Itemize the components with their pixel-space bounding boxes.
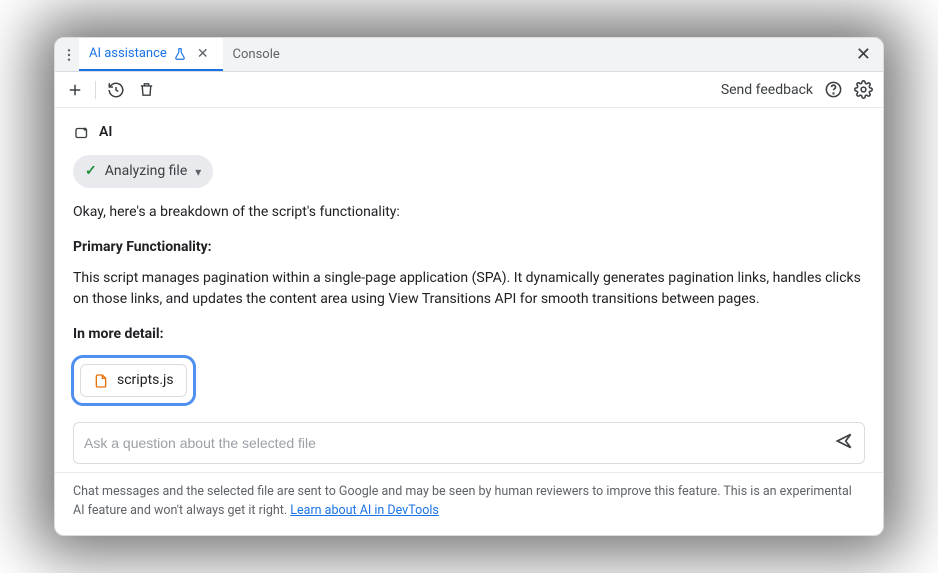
response-body1: This script manages pagination within a … <box>73 268 865 310</box>
tab-label: Console <box>233 47 280 62</box>
close-panel-icon[interactable]: ✕ <box>848 44 879 65</box>
disclaimer-footer: Chat messages and the selected file are … <box>55 472 883 535</box>
chevron-down-icon: ▾ <box>195 163 201 181</box>
history-button[interactable] <box>106 80 126 100</box>
tab-label: AI assistance <box>89 46 167 61</box>
delete-button[interactable] <box>136 80 156 100</box>
separator <box>95 81 96 99</box>
file-chip[interactable]: scripts.js <box>80 364 187 397</box>
send-button[interactable] <box>834 431 854 455</box>
chat-input[interactable] <box>84 435 834 451</box>
sparkle-icon <box>73 124 91 142</box>
settings-button[interactable] <box>853 80 873 100</box>
chat-input-row <box>73 422 865 464</box>
new-chat-button[interactable] <box>65 80 85 100</box>
file-chip-highlight: scripts.js <box>71 355 196 406</box>
check-icon: ✓ <box>85 161 97 182</box>
flask-icon <box>173 47 187 61</box>
tab-ai-assistance[interactable]: AI assistance ✕ <box>79 38 223 71</box>
chat-content: AI ✓ Analyzing file ▾ Okay, here's a bre… <box>55 108 883 422</box>
devtools-panel: AI assistance ✕ Console ✕ Send feedback <box>54 37 884 536</box>
toolbar: Send feedback <box>55 72 883 108</box>
help-button[interactable] <box>823 80 843 100</box>
tab-bar: AI assistance ✕ Console ✕ <box>55 38 883 72</box>
more-icon[interactable] <box>59 47 79 63</box>
ai-title: AI <box>99 122 112 143</box>
response-intro: Okay, here's a breakdown of the script's… <box>73 202 865 223</box>
ai-heading: AI <box>73 122 865 143</box>
file-icon <box>93 373 109 389</box>
close-tab-icon[interactable]: ✕ <box>193 46 213 62</box>
disclaimer-text: Chat messages and the selected file are … <box>73 484 852 518</box>
response-heading1: Primary Functionality: <box>73 237 865 258</box>
tab-console[interactable]: Console <box>223 38 290 71</box>
file-name: scripts.js <box>117 370 174 391</box>
send-feedback-link[interactable]: Send feedback <box>721 82 813 98</box>
chip-label: Analyzing file <box>105 161 188 182</box>
learn-more-link[interactable]: Learn about AI in DevTools <box>290 503 439 518</box>
status-chip[interactable]: ✓ Analyzing file ▾ <box>73 155 213 188</box>
response-heading2: In more detail: <box>73 324 865 345</box>
